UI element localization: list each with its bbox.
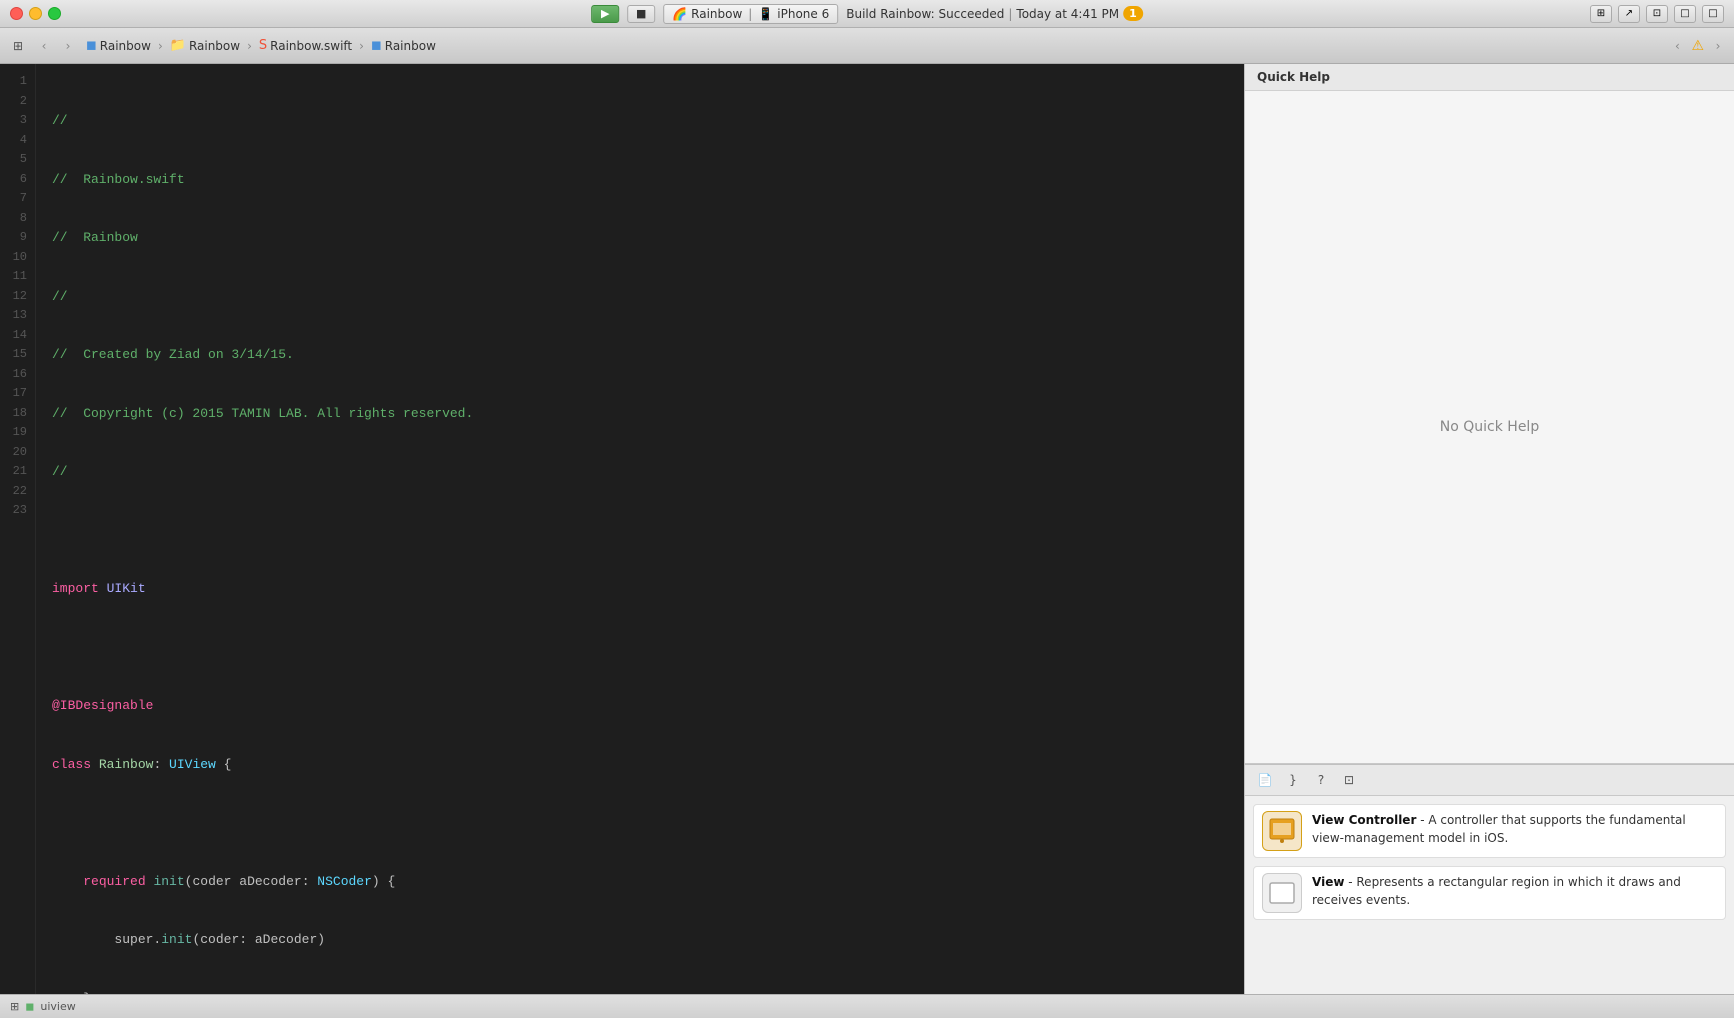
build-separator: | [1008, 7, 1012, 21]
device-name: iPhone 6 [777, 7, 829, 21]
editor-layout-button[interactable]: ⊞ [1590, 5, 1612, 23]
scheme-icon: 🌈 [672, 7, 687, 21]
inspector-toolbar: 📄 } ? ⊡ [1245, 765, 1734, 796]
inspector-button[interactable]: □ [1702, 5, 1724, 23]
warning-badge[interactable]: 1 [1123, 6, 1143, 21]
build-time: Today at 4:41 PM [1016, 7, 1119, 21]
project-icon: ◼ [86, 38, 97, 53]
title-bar-center: ▶ ■ 🌈 Rainbow | 📱 iPhone 6 Build Rainbow… [591, 4, 1143, 24]
close-button[interactable] [10, 7, 23, 20]
forward-button[interactable]: › [58, 36, 78, 56]
title-bar: ▶ ■ 🌈 Rainbow | 📱 iPhone 6 Build Rainbow… [0, 0, 1734, 28]
status-bar-left: ⊞ ◼ uiview [10, 1000, 76, 1013]
run-button[interactable]: ▶ [591, 5, 619, 23]
breadcrumb-folder[interactable]: 📁 Rainbow [166, 36, 244, 55]
editor-area[interactable]: 1 2 3 4 5 6 7 8 9 10 11 12 13 14 15 16 1… [0, 64, 1244, 994]
build-status: Build Rainbow: Succeeded | Today at 4:41… [846, 6, 1143, 21]
no-quick-help-text: No Quick Help [1440, 419, 1539, 435]
title-bar-right-controls: ⊞ ↗ ⊡ □ □ [1590, 5, 1724, 23]
status-label: uiview [40, 1000, 75, 1013]
inspector-items: View Controller - A controller that supp… [1245, 796, 1734, 928]
code-editor[interactable]: 1 2 3 4 5 6 7 8 9 10 11 12 13 14 15 16 1… [0, 64, 1244, 994]
panel-button[interactable]: □ [1674, 5, 1696, 23]
layout-icon: ⊞ [10, 1000, 19, 1013]
view-controller-thumb [1262, 811, 1302, 851]
main-container: 1 2 3 4 5 6 7 8 9 10 11 12 13 14 15 16 1… [0, 64, 1734, 994]
identity-button[interactable]: ⊡ [1337, 769, 1361, 791]
inspector-item-view[interactable]: View - Represents a rectangular region i… [1253, 866, 1726, 920]
maximize-button[interactable] [48, 7, 61, 20]
window-controls [0, 7, 61, 20]
warning-icon: ⚠ [1691, 38, 1704, 54]
breadcrumb-symbol[interactable]: ◼ Rainbow [367, 36, 440, 55]
scheme-selector[interactable]: 🌈 Rainbow | 📱 iPhone 6 [663, 4, 838, 24]
quick-help-panel: Quick Help No Quick Help [1245, 64, 1734, 764]
separator: | [748, 7, 752, 21]
view-text: View - Represents a rectangular region i… [1312, 873, 1717, 909]
minimize-button[interactable] [29, 7, 42, 20]
quick-help-button[interactable]: ? [1309, 769, 1333, 791]
code-content[interactable]: // // Rainbow.swift // Rainbow // // Cre… [36, 64, 1244, 994]
breadcrumb-project-label: Rainbow [100, 39, 151, 53]
scheme-name: Rainbow [691, 7, 742, 21]
line-numbers: 1 2 3 4 5 6 7 8 9 10 11 12 13 14 15 16 1… [0, 64, 36, 994]
breadcrumb-file[interactable]: S Rainbow.swift [255, 36, 356, 55]
device-icon: 📱 [758, 7, 773, 21]
breadcrumb-file-label: Rainbow.swift [270, 39, 352, 53]
quick-help-header: Quick Help [1245, 64, 1734, 91]
quick-help-content: No Quick Help [1245, 91, 1734, 762]
view-controller-text: View Controller - A controller that supp… [1312, 811, 1717, 847]
history-button[interactable]: } [1281, 769, 1305, 791]
breadcrumb-symbol-label: Rainbow [385, 39, 436, 53]
breadcrumb-project[interactable]: ◼ Rainbow [82, 36, 155, 55]
quick-help-title: Quick Help [1257, 70, 1330, 84]
show-navigator-button[interactable]: ⊞ [6, 34, 30, 58]
view-thumb [1262, 873, 1302, 913]
breadcrumb-sep-3: › [359, 39, 364, 53]
stop-button[interactable]: ■ [627, 5, 655, 23]
status-bar: ⊞ ◼ uiview [0, 994, 1734, 1018]
folder-icon: 📁 [170, 38, 186, 53]
symbol-icon: ◼ [371, 38, 382, 53]
toolbar-right: ‹ ⚠ › [1667, 36, 1728, 56]
inspector-panel: 📄 } ? ⊡ View Controller - A controll [1245, 764, 1734, 994]
file-inspector-button[interactable]: 📄 [1253, 769, 1277, 791]
next-issue-button[interactable]: › [1708, 36, 1728, 56]
split-button[interactable]: ⊡ [1646, 5, 1668, 23]
breadcrumb-sep-1: › [158, 39, 163, 53]
uiview-icon: ◼ [25, 1000, 34, 1013]
navigator-button[interactable]: ↗ [1618, 5, 1640, 23]
prev-issue-button[interactable]: ‹ [1667, 36, 1687, 56]
swift-icon: S [259, 38, 267, 53]
build-label: Build Rainbow: Succeeded [846, 7, 1004, 21]
toolbar: ⊞ ‹ › ◼ Rainbow › 📁 Rainbow › S Rainbow.… [0, 28, 1734, 64]
breadcrumb-sep-2: › [247, 39, 252, 53]
inspector-item-vc[interactable]: View Controller - A controller that supp… [1253, 804, 1726, 858]
breadcrumb-folder-label: Rainbow [189, 39, 240, 53]
back-button[interactable]: ‹ [34, 36, 54, 56]
right-panel: Quick Help No Quick Help 📄 } ? ⊡ [1244, 64, 1734, 994]
breadcrumb: ◼ Rainbow › 📁 Rainbow › S Rainbow.swift … [82, 36, 1663, 55]
